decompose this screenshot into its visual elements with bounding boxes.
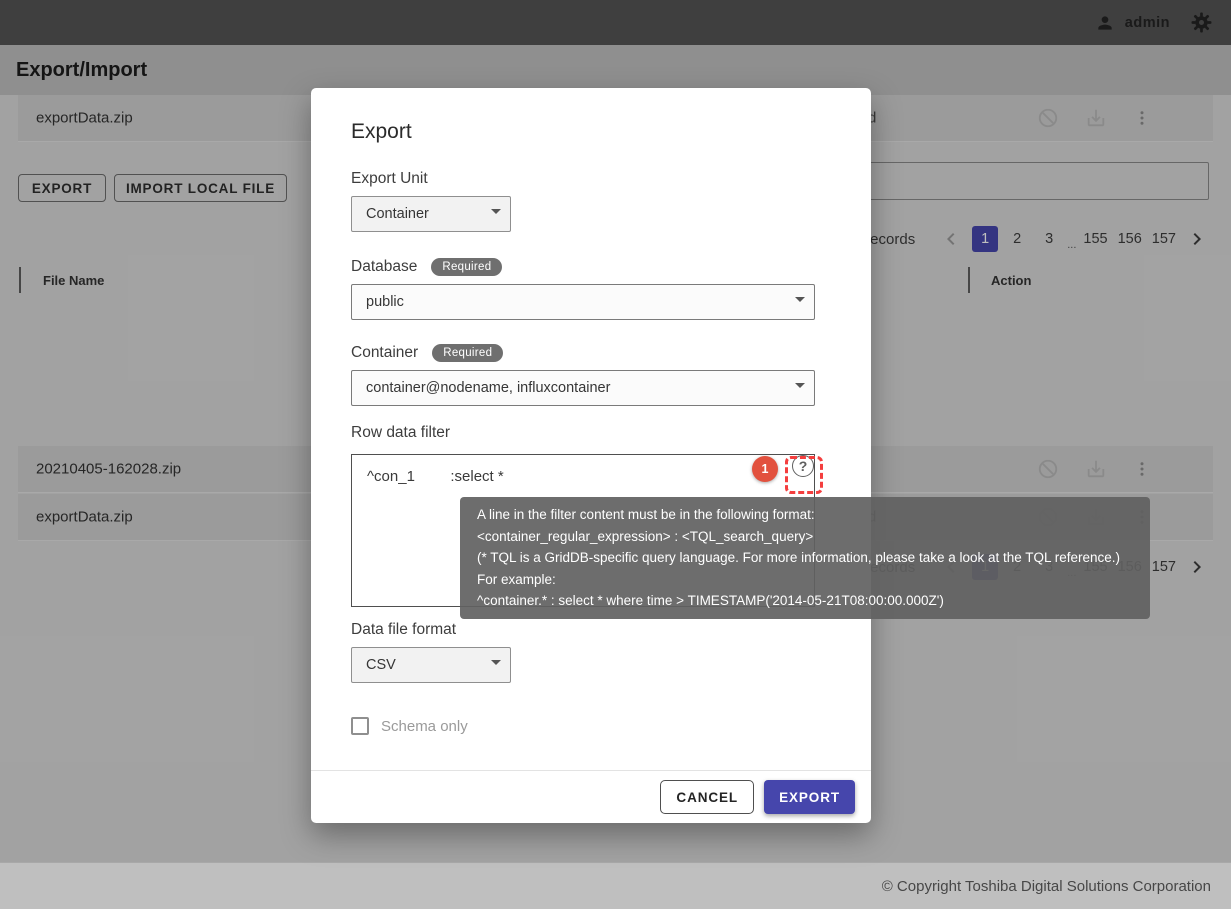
export-submit-button[interactable]: EXPORT bbox=[764, 780, 855, 814]
data-file-format-label: Data file format bbox=[351, 621, 831, 639]
row-data-filter-label: Row data filter bbox=[351, 424, 831, 442]
database-select[interactable]: public bbox=[351, 284, 815, 320]
data-file-format-value: CSV bbox=[366, 657, 396, 673]
chevron-down-icon bbox=[795, 383, 805, 388]
export-dialog: Export Export Unit Container Database Re… bbox=[311, 88, 871, 823]
database-value: public bbox=[366, 294, 404, 310]
tooltip-line: (* TQL is a GridDB-specific query langua… bbox=[477, 547, 1133, 569]
required-badge: Required bbox=[432, 344, 503, 362]
tooltip-line: For example: bbox=[477, 569, 1133, 591]
chevron-down-icon bbox=[795, 297, 805, 302]
schema-only-checkbox[interactable] bbox=[351, 717, 369, 735]
cancel-button[interactable]: CANCEL bbox=[660, 780, 754, 814]
tooltip-line: A line in the filter content must be in … bbox=[477, 504, 1133, 526]
required-badge: Required bbox=[431, 258, 502, 276]
export-unit-select[interactable]: Container bbox=[351, 196, 511, 232]
help-icon-highlight-annotation bbox=[785, 456, 823, 494]
chevron-down-icon bbox=[491, 209, 501, 214]
dialog-title: Export bbox=[351, 120, 831, 144]
chevron-down-icon bbox=[491, 660, 501, 665]
dialog-footer: CANCEL EXPORT bbox=[311, 770, 871, 823]
filter-help-tooltip: A line in the filter content must be in … bbox=[460, 497, 1150, 619]
container-select[interactable]: container@nodename, influxcontainer bbox=[351, 370, 815, 406]
container-label: Container bbox=[351, 344, 418, 362]
tooltip-line: <container_regular_expression> : <TQL_se… bbox=[477, 526, 1133, 548]
data-file-format-select[interactable]: CSV bbox=[351, 647, 511, 683]
export-unit-label: Export Unit bbox=[351, 170, 831, 188]
tooltip-line: ^container.* : select * where time > TIM… bbox=[477, 590, 1133, 612]
error-count-badge: 1 bbox=[752, 456, 778, 482]
export-unit-value: Container bbox=[366, 206, 429, 222]
schema-only-label: Schema only bbox=[381, 718, 468, 735]
database-label: Database bbox=[351, 258, 417, 276]
container-value: container@nodename, influxcontainer bbox=[366, 380, 610, 396]
